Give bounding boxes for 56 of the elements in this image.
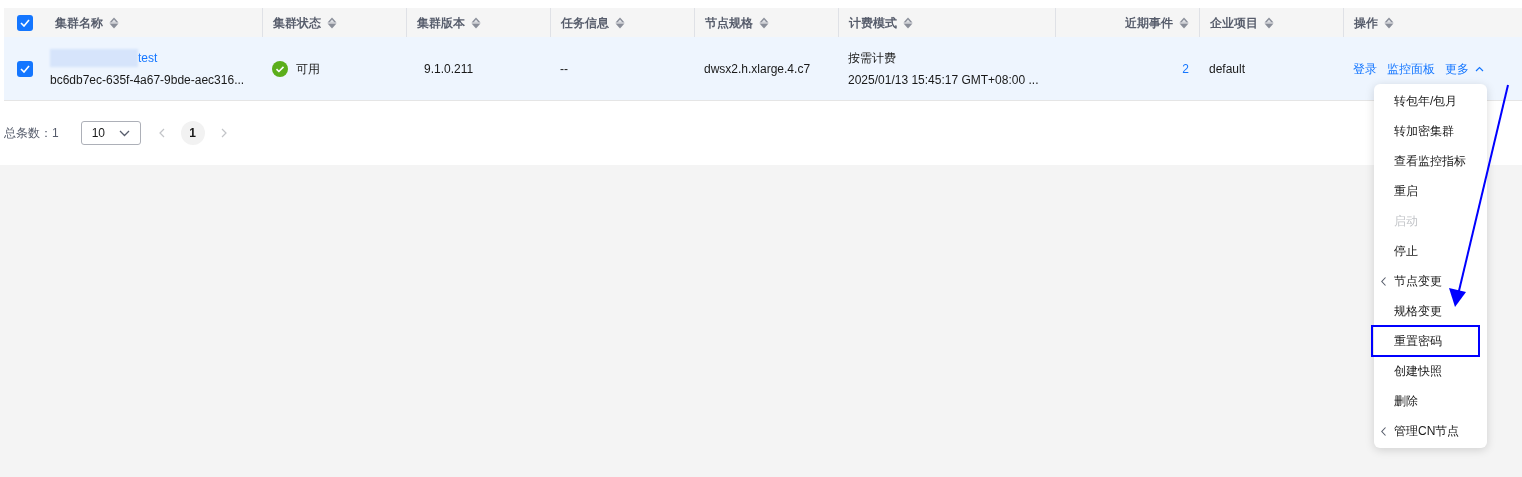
billing-mode: 按需计费 xyxy=(848,49,896,67)
action-link[interactable]: 监控面板 xyxy=(1387,59,1435,78)
next-page-icon[interactable] xyxy=(220,128,227,138)
page-button[interactable]: 1 xyxy=(180,121,205,145)
column-header: 任务信息 xyxy=(561,14,609,32)
caret-icon xyxy=(118,129,130,137)
column-header: 集群版本 xyxy=(417,14,465,32)
sort-icon[interactable] xyxy=(109,16,119,29)
page-size-select[interactable]: 10 xyxy=(80,121,141,145)
table-cell-text: default xyxy=(1209,60,1246,78)
billing-time: 2025/01/13 15:45:17 GMT+08:00 ... xyxy=(848,71,1039,89)
sort-icon[interactable] xyxy=(327,16,337,29)
check-icon xyxy=(19,64,30,73)
menu-item[interactable]: 删除 xyxy=(1374,386,1487,416)
cluster-id: bc6db7ec-635f-4a67-9bde-aec316... xyxy=(50,71,245,89)
table-cell-text: -- xyxy=(560,60,568,78)
column-header: 集群状态 xyxy=(273,14,321,32)
menu-item[interactable]: 创建快照 xyxy=(1374,356,1487,386)
cluster-name-link[interactable]: test xyxy=(138,48,158,67)
sort-icon[interactable] xyxy=(471,16,481,29)
chevron-left-icon xyxy=(1381,277,1386,286)
check-icon xyxy=(19,18,30,27)
column-header: 计费模式 xyxy=(849,14,897,32)
menu-item[interactable]: 查看监控指标 xyxy=(1374,146,1487,176)
table-cell-text: 9.1.0.211 xyxy=(424,60,474,78)
total-count: 总条数：1 xyxy=(4,125,59,142)
caret-icon xyxy=(1475,65,1484,72)
checkbox[interactable] xyxy=(16,60,33,77)
sort-icon[interactable] xyxy=(615,16,625,29)
menu-item[interactable]: 转加密集群 xyxy=(1374,116,1487,146)
check-circle-icon xyxy=(272,60,288,77)
events-link[interactable]: 2 xyxy=(1182,59,1189,78)
more-link[interactable]: 更多 xyxy=(1445,59,1484,78)
menu-item[interactable]: 节点变更 xyxy=(1374,266,1487,296)
sort-icon[interactable] xyxy=(1264,16,1274,29)
menu-item[interactable]: 规格变更 xyxy=(1374,296,1487,326)
column-header: 企业项目 xyxy=(1210,14,1258,32)
menu-item[interactable]: 重启 xyxy=(1374,176,1487,206)
table-cell-text: dwsx2.h.xlarge.4.c7 xyxy=(704,60,811,78)
sort-icon[interactable] xyxy=(1384,16,1394,29)
menu-item[interactable]: 停止 xyxy=(1374,236,1487,266)
column-header: 操作 xyxy=(1354,14,1378,32)
column-header: 近期事件 xyxy=(1125,14,1173,32)
action-link[interactable]: 登录 xyxy=(1353,59,1377,78)
sort-icon[interactable] xyxy=(759,16,769,29)
prev-page-icon[interactable] xyxy=(158,128,165,138)
chevron-left-icon xyxy=(1381,427,1386,436)
menu-item[interactable]: 重置密码 xyxy=(1372,326,1479,356)
sort-icon[interactable] xyxy=(903,16,913,29)
menu-item[interactable]: 管理CN节点 xyxy=(1374,416,1487,446)
menu-item[interactable]: 转包年/包月 xyxy=(1374,86,1487,116)
checkbox[interactable] xyxy=(16,14,33,31)
sort-icon[interactable] xyxy=(1179,16,1189,29)
column-header: 节点规格 xyxy=(705,14,753,32)
status-text: 可用 xyxy=(296,60,320,78)
column-header: 集群名称 xyxy=(55,14,103,32)
